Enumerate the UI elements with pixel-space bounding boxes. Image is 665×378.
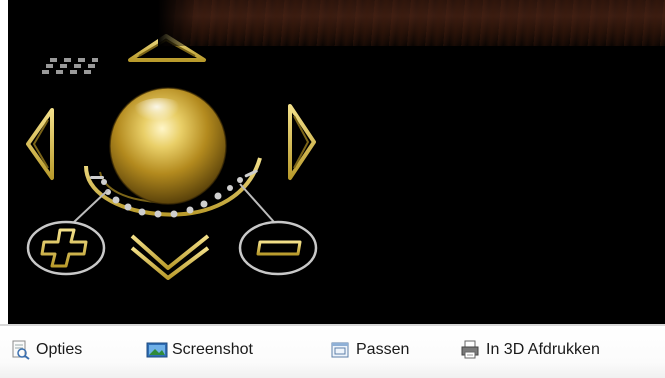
plus-icon [40, 228, 88, 268]
3d-viewer-canvas[interactable] [8, 0, 665, 324]
fit-label: Passen [356, 341, 410, 358]
screenshot-button[interactable]: Screenshot [146, 339, 253, 361]
pan-right-arrow[interactable] [288, 104, 316, 180]
fit-icon [330, 340, 350, 360]
pan-down-arrow[interactable] [130, 234, 210, 280]
checkered-flag-icon[interactable] [42, 58, 98, 74]
options-icon [10, 340, 30, 360]
pan-left-arrow[interactable] [26, 108, 54, 180]
bottom-toolbar: Opties Screenshot Passen In 3D Afdrukken [0, 326, 665, 378]
fit-button[interactable]: Passen [330, 339, 409, 361]
zoom-out-button[interactable] [238, 220, 318, 276]
navigation-control [26, 34, 318, 280]
print-3d-button[interactable]: In 3D Afdrukken [460, 339, 600, 361]
minus-icon [256, 240, 302, 256]
screenshot-label: Screenshot [172, 341, 253, 358]
screenshot-icon [146, 340, 168, 360]
print-3d-icon [460, 340, 480, 360]
zoom-in-button[interactable] [26, 220, 106, 276]
rotate-sphere[interactable] [109, 87, 227, 205]
print-3d-label: In 3D Afdrukken [486, 341, 600, 358]
options-button[interactable]: Opties [10, 339, 82, 361]
options-label: Opties [36, 341, 83, 358]
